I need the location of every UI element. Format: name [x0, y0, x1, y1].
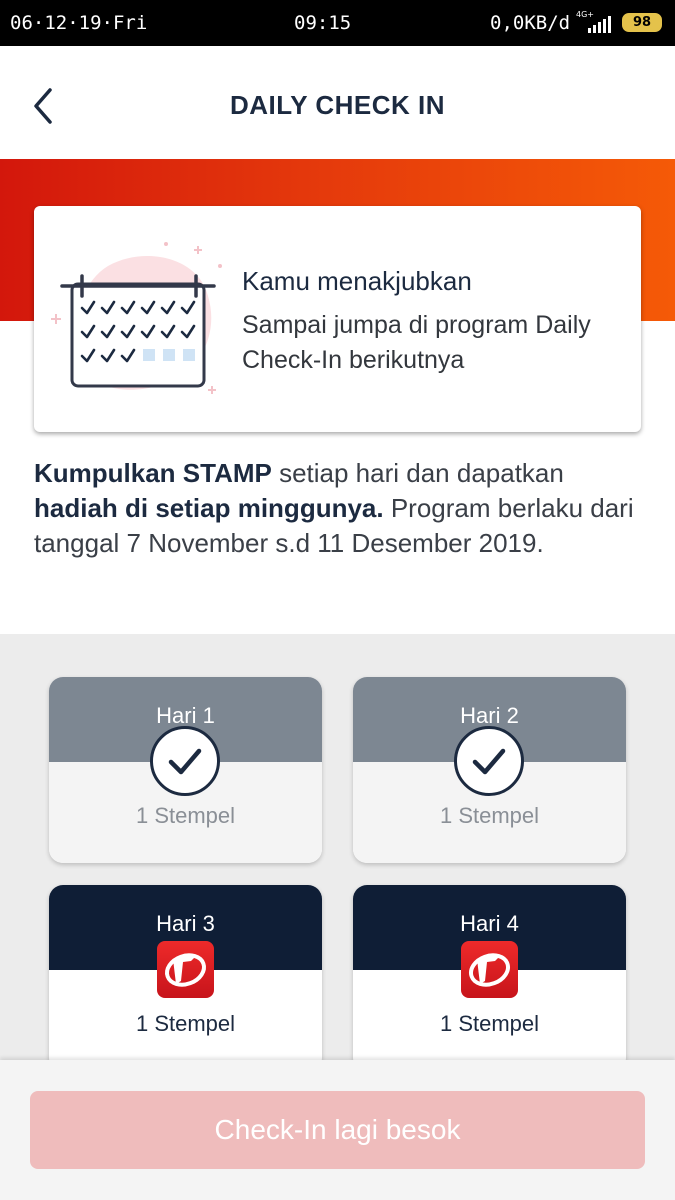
- program-description: Kumpulkan STAMP setiap hari dan dapatkan…: [34, 456, 644, 561]
- description-text-1: setiap hari dan dapatkan: [271, 458, 564, 488]
- day-stamp-count: 1 Stempel: [135, 803, 236, 828]
- day-label: Hari 4: [460, 911, 519, 936]
- signal-icon: 4G+: [576, 10, 611, 34]
- status-time: 09:15: [294, 12, 352, 34]
- hero-card: Kamu menakjubkan Sampai jumpa di program…: [34, 206, 641, 432]
- status-bar: 06·12·19·Fri 09:15 0,0KB/d 4G+ 98: [0, 0, 675, 46]
- day-card-3[interactable]: Hari 3 1 Stempel: [49, 885, 322, 1071]
- telkomsel-logo-icon: [157, 941, 214, 998]
- status-date: 06·12·19·Fri: [10, 12, 148, 34]
- status-network-speed: 0,0KB/d: [490, 12, 571, 34]
- hero-message: Sampai jumpa di program Daily Check-In b…: [242, 311, 591, 374]
- description-bold-stamp: Kumpulkan STAMP: [34, 458, 272, 488]
- app-header: DAILY CHECK IN: [0, 46, 675, 159]
- check-icon: [454, 726, 524, 796]
- hero-title: Kamu menakjubkan: [242, 266, 472, 296]
- day-stamp-count: 1 Stempel: [135, 1011, 236, 1036]
- day-card-2[interactable]: Hari 2 1 Stempel: [353, 677, 626, 863]
- bottom-action-bar: Check-In lagi besok: [0, 1060, 675, 1200]
- day-stamp-count: 1 Stempel: [439, 1011, 540, 1036]
- battery-icon: 98: [622, 13, 662, 32]
- day-stamp-count: 1 Stempel: [439, 803, 540, 828]
- battery-level: 98: [632, 15, 652, 30]
- description-bold-reward: hadiah di setiap minggunya.: [34, 493, 384, 523]
- page-title: DAILY CHECK IN: [229, 90, 446, 120]
- check-icon: [150, 726, 220, 796]
- day-label: Hari 3: [156, 911, 215, 936]
- checkin-button[interactable]: Check-In lagi besok: [30, 1091, 645, 1169]
- telkomsel-logo-icon: [461, 941, 518, 998]
- day-card-1[interactable]: Hari 1 1 Stempel: [49, 677, 322, 863]
- day-card-4[interactable]: Hari 4 1 Stempel: [353, 885, 626, 1071]
- calendar-icon: [51, 242, 222, 394]
